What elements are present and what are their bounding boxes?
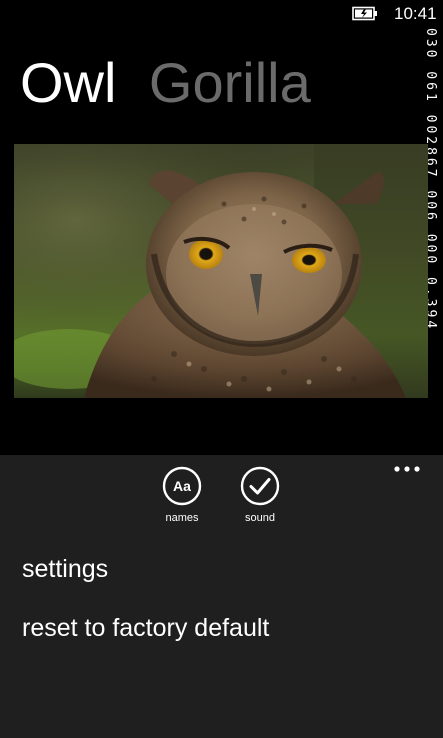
font-icon: Aa [162, 466, 202, 506]
application-bar: Aa names sound settings reset to factory… [0, 455, 443, 738]
owl-photo [14, 144, 428, 398]
pivot-header-owl[interactable]: Owl [20, 48, 116, 118]
sound-button-label: sound [245, 512, 275, 524]
svg-text:Aa: Aa [173, 478, 191, 494]
sound-button[interactable]: sound [230, 466, 290, 524]
pivot-header-gorilla[interactable]: Gorilla [149, 48, 311, 118]
names-button-label: names [165, 512, 199, 524]
ellipsis-icon[interactable] [393, 463, 421, 475]
names-button[interactable]: Aa names [152, 466, 212, 524]
menu-item-settings[interactable]: settings [22, 555, 108, 584]
menu-item-reset-factory-default[interactable]: reset to factory default [22, 614, 269, 643]
check-icon [240, 466, 280, 506]
status-clock: 10:41 [394, 4, 437, 23]
pivot-header: Owl Gorilla [20, 48, 339, 118]
battery-charging-icon [352, 6, 377, 21]
status-bar: 10:41 [0, 0, 443, 30]
